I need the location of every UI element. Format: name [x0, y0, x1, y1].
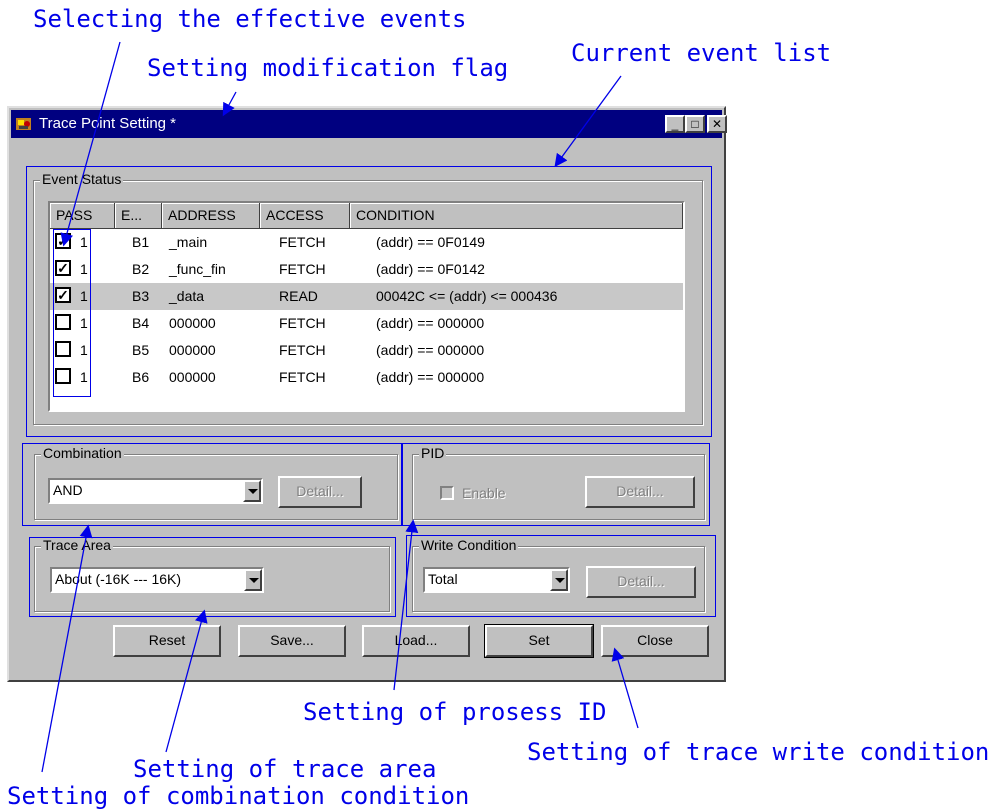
annotation-combination: Setting of combination condition	[7, 782, 470, 810]
set-button[interactable]: Set	[484, 624, 594, 658]
annotation-process-id: Setting of prosess ID	[303, 698, 607, 726]
maximize-icon: □	[691, 117, 699, 131]
title-bar[interactable]: Trace Point Setting * _ □ ✕	[11, 110, 727, 138]
pid-highlight	[402, 443, 710, 526]
close-button[interactable]: Close	[601, 625, 709, 657]
maximize-button[interactable]: □	[685, 115, 705, 133]
checkbox-column-highlight	[53, 229, 91, 397]
close-icon: ✕	[711, 117, 723, 131]
app-icon	[16, 118, 31, 130]
event-list-highlight	[26, 166, 712, 437]
window-title: Trace Point Setting *	[39, 115, 177, 132]
annotation-modification-flag: Setting modification flag	[147, 54, 509, 82]
save-button[interactable]: Save...	[238, 625, 346, 657]
load-button[interactable]: Load...	[362, 625, 470, 657]
minimize-icon: _	[671, 117, 679, 131]
combination-highlight	[22, 443, 402, 526]
write-condition-highlight	[406, 535, 716, 617]
close-window-button[interactable]: ✕	[707, 115, 727, 133]
trace-area-highlight	[29, 537, 396, 617]
minimize-button[interactable]: _	[665, 115, 685, 133]
reset-button[interactable]: Reset	[113, 625, 221, 657]
annotation-selecting-events: Selecting the effective events	[33, 5, 467, 33]
annotation-current-event-list: Current event list	[571, 39, 832, 67]
annotation-trace-area: Setting of trace area	[133, 755, 437, 783]
annotation-write-condition: Setting of trace write condition	[527, 738, 990, 766]
